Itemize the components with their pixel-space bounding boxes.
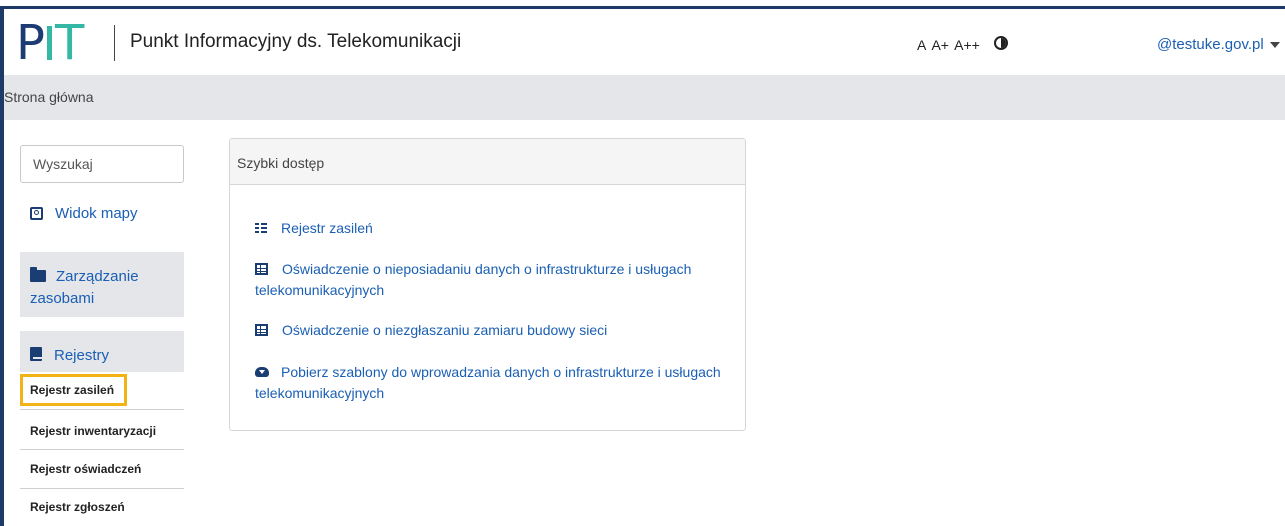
breadcrumb-home[interactable]: Strona główna (4, 89, 94, 105)
quick-link-download-templates[interactable]: Pobierz szablony do wprowadzania danych … (255, 362, 725, 404)
sidebar-subitem-declarations-register[interactable]: Rejestr oświadczeń (20, 462, 184, 476)
user-label: @testuke.gov.pl (1157, 36, 1264, 53)
quick-link-label: Oświadczenie o nieposiadaniu danych o in… (255, 261, 692, 298)
user-menu[interactable]: @testuke.gov.pl (1157, 36, 1280, 53)
folder-icon (30, 267, 46, 282)
sidebar-item-resource-management[interactable]: Zarządzanie zasobami (20, 252, 184, 317)
card-title: Szybki dostęp (237, 155, 325, 171)
list-icon (255, 222, 267, 234)
font-size-xlarge[interactable]: A++ (954, 37, 980, 53)
search-input[interactable]: Wyszukaj (20, 145, 184, 183)
quick-link-no-build-declaration[interactable]: Oświadczenie o niezgłaszaniu zamiaru bud… (255, 320, 725, 341)
sidebar-item-label: Zarządzanie zasobami (30, 268, 139, 307)
quick-link-power-register[interactable]: Rejestr zasileń (255, 218, 725, 239)
font-size-normal[interactable]: A (917, 37, 926, 53)
sidebar-subitem-notifications-register[interactable]: Rejestr zgłoszeń (20, 500, 184, 514)
highlight-box (20, 374, 127, 406)
logo-letter-i (46, 26, 52, 60)
quick-access-card: Szybki dostęp Rejestr zasileń Oświadczen… (229, 138, 746, 431)
table-icon (255, 263, 268, 275)
sidebar-item-map-view[interactable]: Widok mapy (30, 205, 138, 222)
logo-letter-t: T (54, 15, 85, 71)
sidebar-item-label: Widok mapy (55, 205, 138, 222)
breadcrumb: Strona główna (4, 75, 1285, 120)
divider (20, 449, 184, 450)
logo-letter-p: P (16, 15, 45, 71)
divider (20, 409, 184, 410)
app-header: PT Punkt Informacyjny ds. Telekomunikacj… (4, 9, 1285, 75)
quick-link-label: Oświadczenie o niezgłaszaniu zamiaru bud… (282, 322, 608, 338)
quick-link-label: Rejestr zasileń (281, 220, 373, 236)
card-header: Szybki dostęp (230, 139, 745, 185)
pit-logo[interactable]: PT (16, 17, 84, 69)
quick-link-no-data-declaration[interactable]: Oświadczenie o nieposiadaniu danych o in… (255, 259, 725, 301)
map-icon (30, 207, 43, 220)
book-icon (30, 347, 42, 361)
quick-link-label: Pobierz szablony do wprowadzania danych … (255, 364, 721, 401)
caret-down-icon (1269, 42, 1280, 49)
sidebar-item-registers[interactable]: Rejestry (20, 331, 184, 372)
cloud-download-icon (255, 367, 269, 377)
table-icon (255, 324, 268, 336)
font-size-large[interactable]: A+ (931, 37, 949, 53)
divider (20, 488, 184, 489)
font-size-controls: A A+ A++ (917, 37, 982, 53)
sidebar-item-label: Rejestry (54, 347, 110, 364)
sidebar-subitem-inventory-register[interactable]: Rejestr inwentaryzacji (20, 424, 184, 438)
app-title: Punkt Informacyjny ds. Telekomunikacji (130, 31, 462, 52)
contrast-icon[interactable] (994, 36, 1008, 50)
header-divider (114, 25, 115, 61)
